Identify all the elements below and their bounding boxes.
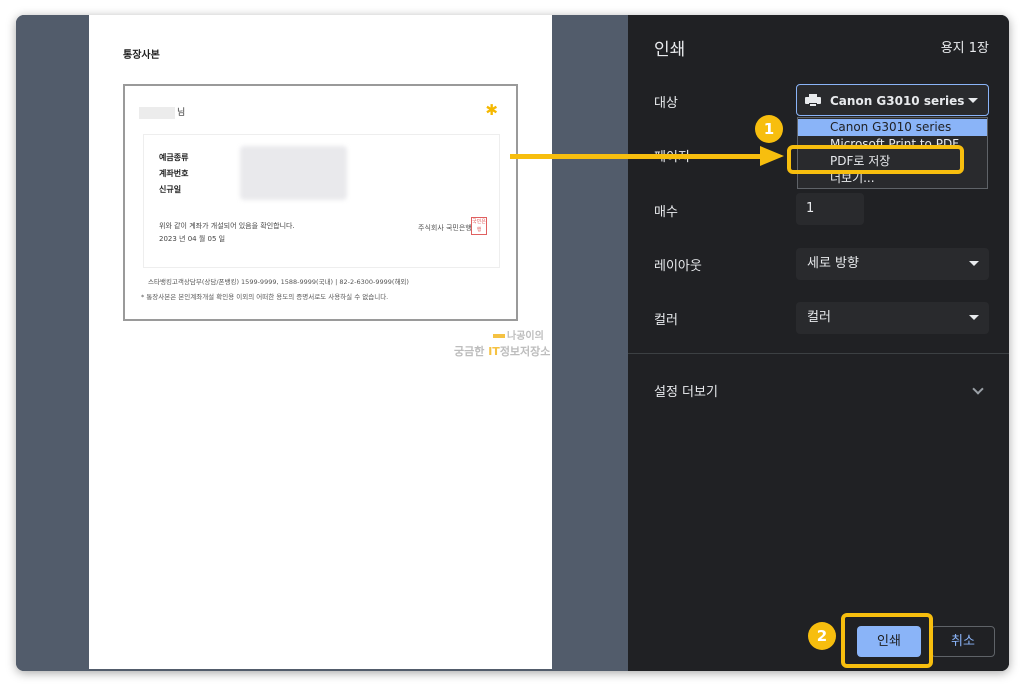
bankbook-copy-card: 님 ✱ 예금종류 계좌번호 신규일 위와 같이 계좌가 개설되어 있음을 확인합… xyxy=(123,84,518,321)
step-badge-2: 2 xyxy=(808,622,836,650)
color-select[interactable]: 컬러 xyxy=(796,302,989,334)
caret-down-icon xyxy=(969,261,979,266)
step-badge-1: 1 xyxy=(755,115,783,143)
contact-info: 스타뱅킹고객상담부(상담/폰뱅킹) 1599-9999, 1588-9999(국… xyxy=(148,278,409,286)
destination-select[interactable]: Canon G3010 series xyxy=(796,84,989,116)
preview-page: 통장사본 님 ✱ 예금종류 계좌번호 신규일 위와 같이 계좌가 개설되어 있음… xyxy=(89,15,552,669)
watermark-line2: 궁금한 IT정보저장소 xyxy=(454,345,551,358)
account-holder: 님 xyxy=(139,105,185,119)
more-settings-toggle[interactable]: 설정 더보기 xyxy=(654,381,718,400)
field-account-type: 예금종류 xyxy=(159,153,189,162)
print-dialog: 통장사본 님 ✱ 예금종류 계좌번호 신규일 위와 같이 계좌가 개설되어 있음… xyxy=(16,15,1009,671)
bank-logo-icon: ✱ xyxy=(485,101,498,119)
option-canon[interactable]: Canon G3010 series xyxy=(798,119,987,136)
color-label: 컬러 xyxy=(654,313,678,328)
bank-seal-icon: 국민은행 xyxy=(471,217,487,235)
blurred-name xyxy=(139,106,175,119)
watermark-line1: 나공이의 xyxy=(493,327,544,342)
caret-down-icon xyxy=(969,315,979,320)
sheet-count: 용지 1장 xyxy=(940,41,989,56)
print-settings-panel: 인쇄 용지 1장 대상 Canon G3010 series 페이지 Canon… xyxy=(628,15,1009,671)
printer-icon xyxy=(805,94,821,107)
panel-title: 인쇄 xyxy=(654,40,686,60)
print-preview-area: 통장사본 님 ✱ 예금종류 계좌번호 신규일 위와 같이 계좌가 개설되어 있음… xyxy=(16,15,628,671)
usage-note: * 통장사본은 본인계좌개설 확인용 이외의 어떠한 용도의 증명서로도 사용하… xyxy=(141,293,389,301)
issue-date: 2023 년 04 월 05 일 xyxy=(159,235,226,243)
account-info-box: 예금종류 계좌번호 신규일 위와 같이 계좌가 개설되어 있음을 확인합니다. … xyxy=(143,134,500,268)
field-open-date: 신규일 xyxy=(159,185,182,194)
bank-name: 주식회사 국민은행 xyxy=(418,224,472,232)
layout-label: 레이아웃 xyxy=(654,259,702,274)
caret-down-icon xyxy=(968,98,978,103)
copies-input[interactable]: 1 xyxy=(796,193,864,225)
blurred-values xyxy=(240,146,347,200)
divider xyxy=(628,353,1009,354)
highlight-save-pdf xyxy=(787,145,964,174)
chevron-down-icon[interactable] xyxy=(972,383,984,395)
field-account-number: 계좌번호 xyxy=(159,169,189,178)
destination-label: 대상 xyxy=(654,96,678,111)
copies-label: 매수 xyxy=(654,205,678,220)
cancel-button[interactable]: 취소 xyxy=(931,626,995,657)
annotation-arrow xyxy=(510,154,765,159)
annotation-arrow-head xyxy=(760,146,784,166)
layout-select[interactable]: 세로 방향 xyxy=(796,248,989,280)
doc-title: 통장사본 xyxy=(123,50,160,61)
confirm-text: 위와 같이 계좌가 개설되어 있음을 확인합니다. xyxy=(159,222,295,230)
highlight-print-button xyxy=(841,613,933,668)
